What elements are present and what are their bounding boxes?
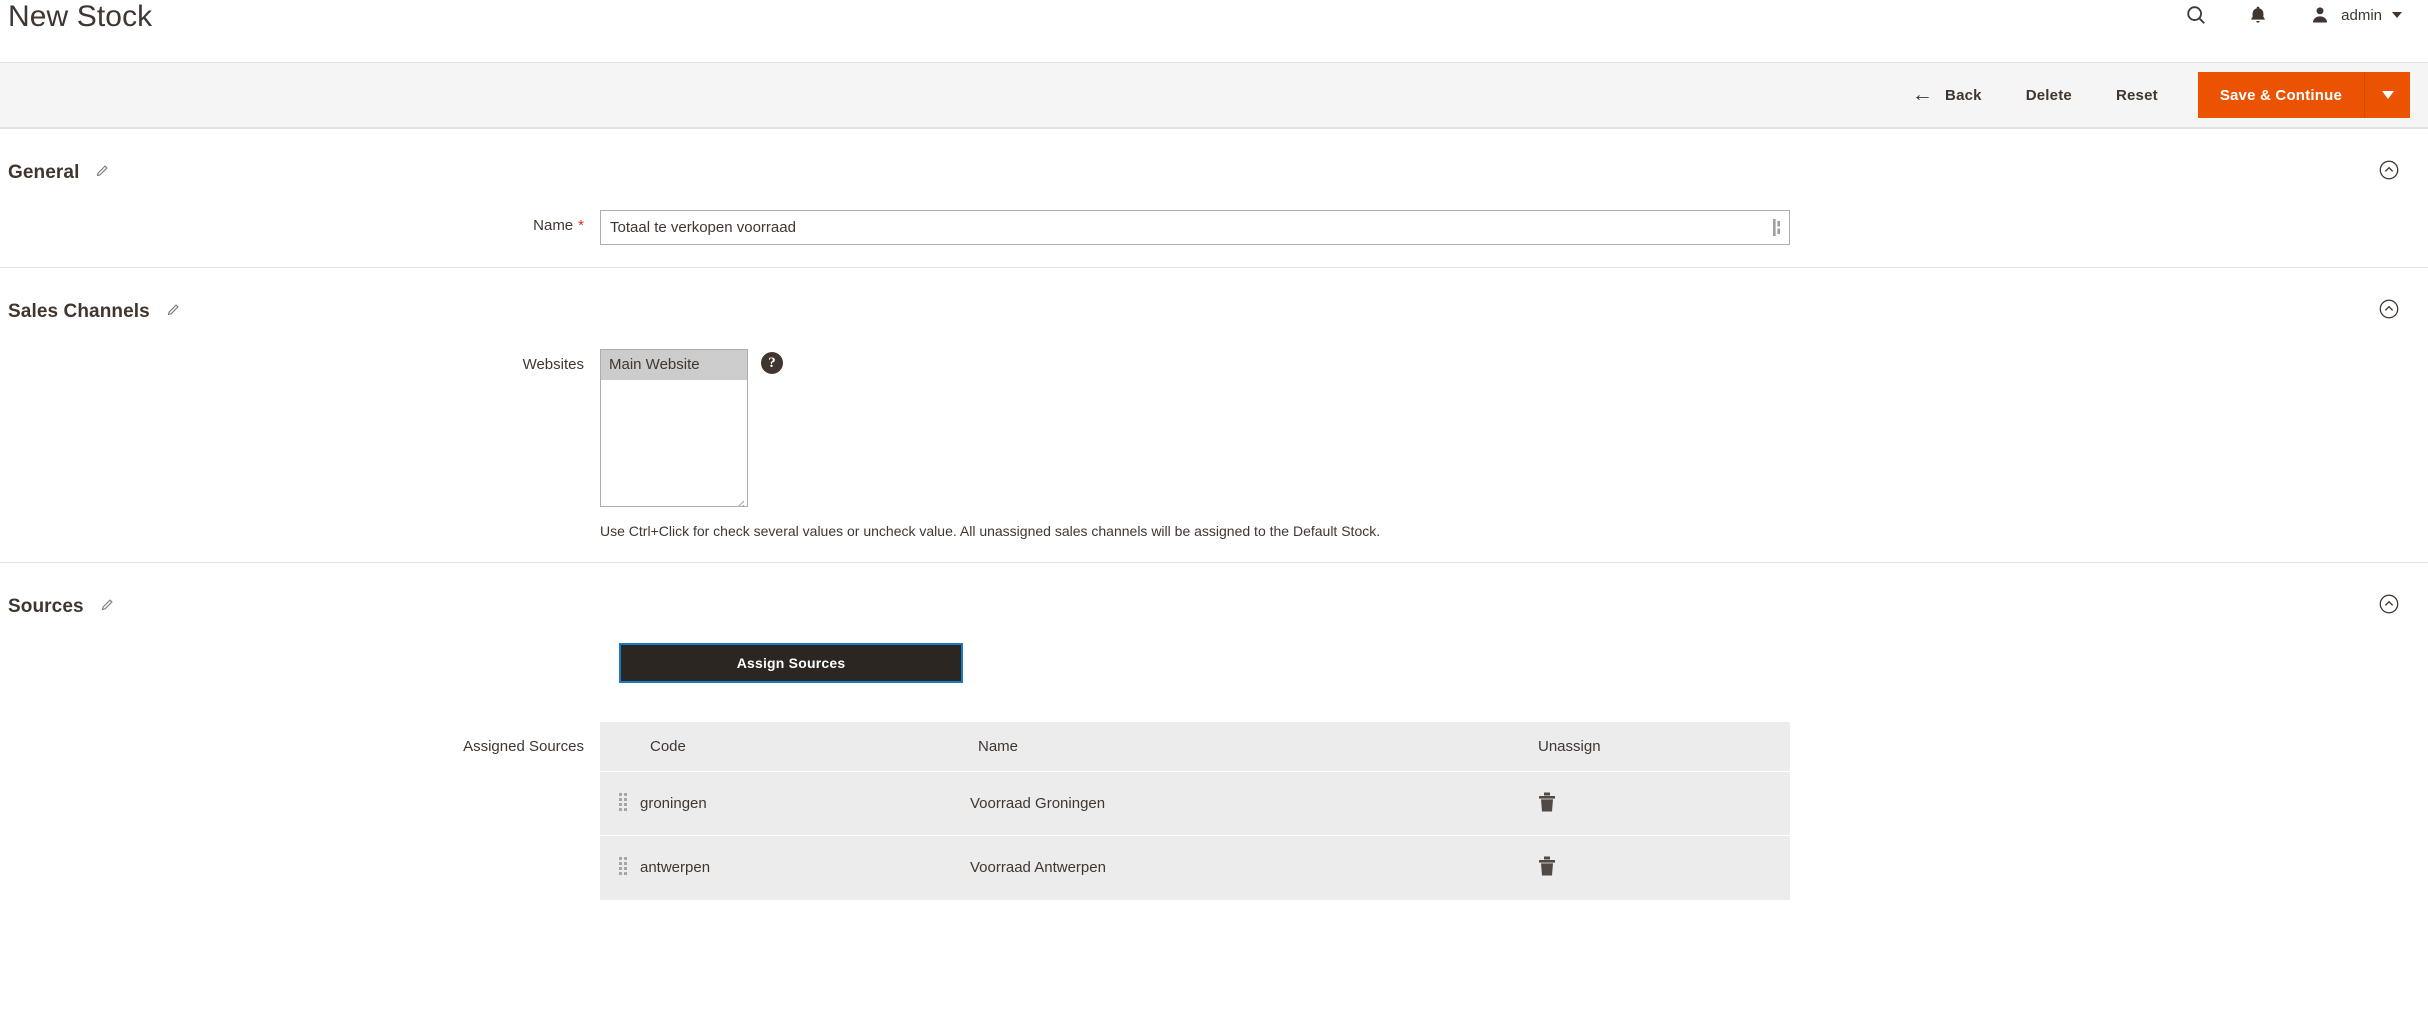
- user-avatar-icon: [2307, 2, 2333, 28]
- trash-icon[interactable]: [1538, 856, 1556, 879]
- section-sales-channels-header[interactable]: Sales Channels: [0, 268, 2428, 349]
- row-unassign-cell: [1530, 835, 1790, 900]
- chevron-up-circle-icon[interactable]: [2378, 593, 2400, 620]
- name-field-control: [600, 210, 2428, 245]
- reset-button-label: Reset: [2115, 86, 2158, 104]
- assigned-sources-thead: Code Name Unassign: [600, 722, 1790, 772]
- websites-control-group: Main Website ?: [600, 349, 2428, 507]
- assigned-sources-table: Code Name Unassign groningen Voorraad Gr…: [600, 722, 1790, 900]
- section-sources-title-group: Sources: [8, 596, 115, 618]
- name-field-label: Name *: [0, 210, 600, 233]
- section-general-body: Name *: [0, 210, 2428, 267]
- admin-label: admin: [2341, 6, 2382, 24]
- table-header-row: Code Name Unassign: [600, 722, 1790, 772]
- table-row: antwerpen Voorraad Antwerpen: [600, 835, 1790, 900]
- section-sales-channels: Sales Channels Websites Main Website ? U…: [0, 267, 2428, 562]
- drag-handle-icon[interactable]: [618, 856, 628, 876]
- bell-icon[interactable]: [2245, 2, 2271, 28]
- section-sales-channels-title: Sales Channels: [8, 300, 150, 322]
- question-mark-icon[interactable]: ?: [761, 352, 783, 374]
- back-button[interactable]: ← Back: [1890, 75, 2004, 116]
- name-input[interactable]: [600, 210, 1790, 245]
- section-sources-title: Sources: [8, 595, 84, 617]
- pencil-icon[interactable]: [100, 597, 115, 617]
- admin-menu[interactable]: admin: [2307, 2, 2402, 28]
- row-name-cell: Voorraad Antwerpen: [970, 835, 1530, 900]
- row-name-cell: Voorraad Groningen: [970, 771, 1530, 836]
- section-general: General Name *: [0, 128, 2428, 267]
- field-row-name: Name *: [0, 210, 2428, 245]
- websites-field-control: Main Website ? Use Ctrl+Click for check …: [600, 349, 2428, 540]
- delete-button-label: Delete: [2025, 86, 2072, 104]
- required-marker: *: [578, 217, 584, 234]
- name-input-wrap: [600, 210, 1790, 245]
- save-button-group: Save & Continue: [2197, 72, 2410, 118]
- row-unassign-cell: [1530, 771, 1790, 836]
- reset-button[interactable]: Reset: [2094, 77, 2180, 114]
- websites-field-note: Use Ctrl+Click for check several values …: [600, 523, 1381, 539]
- trash-icon[interactable]: [1538, 792, 1556, 815]
- chevron-up-circle-icon[interactable]: [2378, 159, 2400, 186]
- websites-multiselect[interactable]: Main Website: [600, 349, 748, 507]
- header-tools: admin: [2183, 0, 2402, 28]
- row-drag-cell[interactable]: [600, 835, 640, 900]
- section-general-title: General: [8, 161, 80, 183]
- row-code-cell: groningen: [640, 771, 970, 836]
- page-actions-toolbar: ← Back Delete Reset Save & Continue: [0, 62, 2428, 128]
- section-general-header[interactable]: General: [0, 129, 2428, 210]
- table-row: groningen Voorraad Groningen: [600, 771, 1790, 836]
- search-icon[interactable]: [2183, 2, 2209, 28]
- field-row-websites: Websites Main Website ? Use Ctrl+Click f…: [0, 349, 2428, 540]
- section-sources: Sources Assign Sources Assigned Sources …: [0, 562, 2428, 922]
- arrow-left-icon: ←: [1911, 82, 1934, 106]
- drag-handle-icon[interactable]: [618, 792, 628, 812]
- websites-option-main-website[interactable]: Main Website: [601, 350, 747, 380]
- websites-field-label: Websites: [522, 356, 584, 373]
- page-header: New Stock admin: [0, 0, 2428, 62]
- section-sources-header[interactable]: Sources: [0, 563, 2428, 644]
- assigned-sources-label: Assigned Sources: [463, 738, 584, 756]
- chevron-up-circle-icon[interactable]: [2378, 298, 2400, 325]
- column-header-code: Code: [600, 722, 970, 772]
- section-general-title-group: General: [8, 162, 110, 184]
- section-sales-channels-body: Websites Main Website ? Use Ctrl+Click f…: [0, 349, 2428, 562]
- section-sources-body: Assign Sources Assigned Sources Code Nam…: [0, 643, 2428, 922]
- name-label-text: Name: [533, 217, 574, 234]
- pencil-icon[interactable]: [166, 302, 181, 322]
- column-header-name: Name: [970, 722, 1530, 772]
- caret-down-icon: [2392, 12, 2402, 18]
- assigned-sources-tbody: groningen Voorraad Groningen antwerpen V…: [600, 771, 1790, 900]
- row-code-cell: antwerpen: [640, 835, 970, 900]
- pencil-icon[interactable]: [95, 163, 110, 183]
- back-button-label: Back: [1945, 86, 1982, 104]
- column-header-unassign: Unassign: [1530, 722, 1790, 772]
- row-drag-cell[interactable]: [600, 771, 640, 836]
- page-title: New Stock: [8, 0, 153, 33]
- save-and-continue-button[interactable]: Save & Continue: [2197, 72, 2364, 118]
- section-sales-channels-title-group: Sales Channels: [8, 301, 181, 323]
- resize-corner-icon: [736, 496, 745, 506]
- caret-down-icon: [2381, 91, 2394, 99]
- assign-sources-button[interactable]: Assign Sources: [619, 643, 963, 684]
- save-options-toggle[interactable]: [2364, 72, 2410, 118]
- assigned-sources-row: Assigned Sources Code Name Unassign gron…: [0, 722, 2428, 900]
- delete-button[interactable]: Delete: [2004, 77, 2094, 114]
